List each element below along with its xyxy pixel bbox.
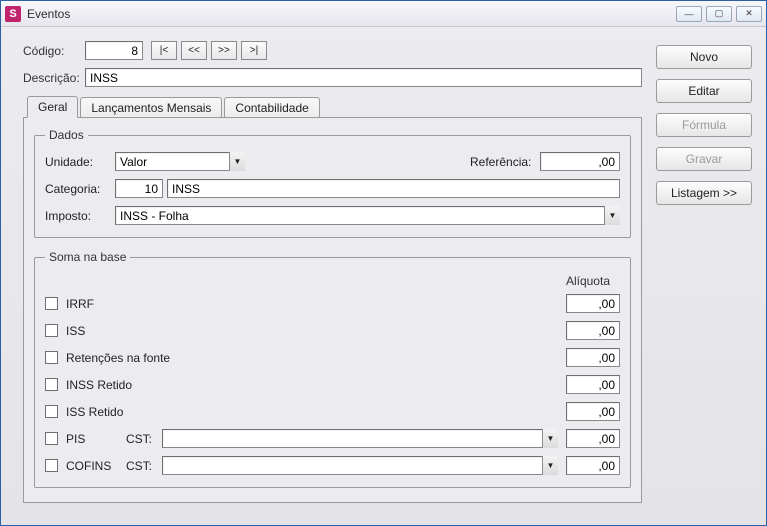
window-title: Eventos — [27, 7, 676, 21]
soma-row-iss-retido: ISS Retido — [45, 402, 620, 421]
tab-lancamentos[interactable]: Lançamentos Mensais — [80, 97, 222, 118]
cst-label-pis: CST: — [126, 432, 162, 446]
imposto-label: Imposto: — [45, 209, 115, 223]
label-iss-retido: ISS Retido — [66, 405, 186, 419]
minimize-button[interactable]: — — [676, 6, 702, 22]
formula-button[interactable]: Fórmula — [656, 113, 752, 137]
categoria-num-input[interactable] — [115, 179, 163, 198]
chevron-down-icon: ▼ — [542, 429, 558, 448]
imposto-select[interactable]: ▼ — [115, 206, 620, 225]
cst-pis-value[interactable] — [162, 429, 558, 448]
group-soma: Soma na base Alíquota IRRF ISS — [34, 250, 631, 488]
aliq-irrf[interactable] — [566, 294, 620, 313]
soma-row-iss: ISS — [45, 321, 620, 340]
cst-cofins-value[interactable] — [162, 456, 558, 475]
main-column: Código: |< << >> >| Descrição: Geral Lan… — [23, 41, 642, 511]
group-dados-legend: Dados — [45, 128, 88, 142]
app-icon: S — [5, 6, 21, 22]
checkbox-retencoes[interactable] — [45, 351, 58, 364]
descricao-row: Descrição: — [23, 68, 642, 87]
unidade-select[interactable]: ▼ — [115, 152, 245, 171]
label-pis: PIS — [66, 432, 126, 446]
checkbox-irrf[interactable] — [45, 297, 58, 310]
listagem-button[interactable]: Listagem >> — [656, 181, 752, 205]
aliq-pis[interactable] — [566, 429, 620, 448]
aliq-retencoes[interactable] — [566, 348, 620, 367]
titlebar: S Eventos — ▢ ✕ — [1, 1, 766, 27]
descricao-label: Descrição: — [23, 71, 85, 85]
nav-next-button[interactable]: >> — [211, 41, 237, 60]
checkbox-iss-retido[interactable] — [45, 405, 58, 418]
label-retencoes: Retenções na fonte — [66, 351, 186, 365]
soma-row-cofins: COFINS CST: ▼ — [45, 456, 620, 475]
categoria-label: Categoria: — [45, 182, 115, 196]
referencia-label: Referência: — [470, 155, 540, 169]
group-soma-legend: Soma na base — [45, 250, 130, 264]
tab-contabilidade[interactable]: Contabilidade — [224, 97, 319, 118]
client-area: Código: |< << >> >| Descrição: Geral Lan… — [1, 27, 766, 525]
checkbox-cofins[interactable] — [45, 459, 58, 472]
record-nav: |< << >> >| — [151, 41, 267, 60]
soma-row-pis: PIS CST: ▼ — [45, 429, 620, 448]
aliq-cofins[interactable] — [566, 456, 620, 475]
referencia-input[interactable] — [540, 152, 620, 171]
aliquota-header: Alíquota — [45, 274, 620, 288]
label-irrf: IRRF — [66, 297, 186, 311]
tabs: Geral Lançamentos Mensais Contabilidade — [23, 95, 642, 117]
chevron-down-icon: ▼ — [542, 456, 558, 475]
right-buttons: Novo Editar Fórmula Gravar Listagem >> — [656, 41, 752, 511]
tab-geral[interactable]: Geral — [27, 96, 78, 118]
group-dados: Dados Unidade: ▼ Referência: Categoria: — [34, 128, 631, 238]
nav-first-button[interactable]: |< — [151, 41, 177, 60]
nav-prev-button[interactable]: << — [181, 41, 207, 60]
nav-last-button[interactable]: >| — [241, 41, 267, 60]
window: S Eventos — ▢ ✕ Código: |< << >> >| Desc… — [0, 0, 767, 526]
cst-label-cofins: CST: — [126, 459, 162, 473]
cst-cofins-select[interactable]: ▼ — [162, 456, 558, 475]
label-cofins: COFINS — [66, 459, 126, 473]
checkbox-iss[interactable] — [45, 324, 58, 337]
soma-row-retencoes: Retenções na fonte — [45, 348, 620, 367]
cst-pis-select[interactable]: ▼ — [162, 429, 558, 448]
aliq-iss[interactable] — [566, 321, 620, 340]
aliq-iss-retido[interactable] — [566, 402, 620, 421]
tab-page-geral: Dados Unidade: ▼ Referência: Categoria: — [23, 117, 642, 503]
maximize-button[interactable]: ▢ — [706, 6, 732, 22]
chevron-down-icon: ▼ — [229, 152, 245, 171]
window-buttons: — ▢ ✕ — [676, 6, 762, 22]
label-inss-retido: INSS Retido — [66, 378, 186, 392]
categoria-nome-input[interactable] — [167, 179, 620, 198]
close-button[interactable]: ✕ — [736, 6, 762, 22]
imposto-value[interactable] — [115, 206, 620, 225]
aliq-inss-retido[interactable] — [566, 375, 620, 394]
unidade-label: Unidade: — [45, 155, 115, 169]
checkbox-pis[interactable] — [45, 432, 58, 445]
codigo-label: Código: — [23, 44, 85, 58]
codigo-input[interactable] — [85, 41, 143, 60]
checkbox-inss-retido[interactable] — [45, 378, 58, 391]
gravar-button[interactable]: Gravar — [656, 147, 752, 171]
chevron-down-icon: ▼ — [604, 206, 620, 225]
novo-button[interactable]: Novo — [656, 45, 752, 69]
soma-row-inss-retido: INSS Retido — [45, 375, 620, 394]
descricao-input[interactable] — [85, 68, 642, 87]
codigo-row: Código: |< << >> >| — [23, 41, 642, 60]
editar-button[interactable]: Editar — [656, 79, 752, 103]
label-iss: ISS — [66, 324, 186, 338]
unidade-value[interactable] — [115, 152, 245, 171]
soma-row-irrf: IRRF — [45, 294, 620, 313]
